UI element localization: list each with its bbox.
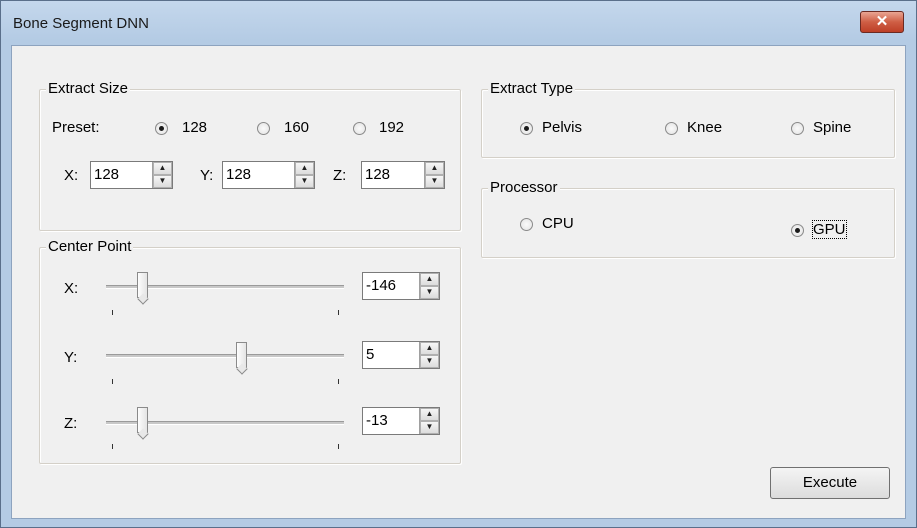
center-z-down-button[interactable]: ▼	[420, 421, 439, 434]
center-y-track[interactable]	[106, 354, 344, 358]
type-pelvis-dot[interactable]	[520, 122, 533, 135]
size-y-spinner[interactable]: 128 ▲ ▼	[222, 161, 315, 189]
size-y-label: Y:	[200, 167, 214, 184]
size-x-up-button[interactable]: ▲	[153, 162, 172, 175]
size-x-down-button[interactable]: ▼	[153, 175, 172, 188]
center-x-thumb[interactable]	[137, 272, 148, 298]
type-knee-label[interactable]: Knee	[687, 119, 722, 136]
center-y-thumb[interactable]	[236, 342, 247, 368]
extract-size-group: Extract Size Preset: 128 160 192 X: 128 …	[39, 80, 461, 231]
type-spine-label[interactable]: Spine	[813, 119, 851, 136]
center-z-label: Z:	[64, 415, 78, 432]
close-icon: ✕	[875, 13, 889, 30]
type-pelvis-label[interactable]: Pelvis	[542, 119, 582, 136]
extract-size-title: Extract Size	[46, 80, 131, 97]
size-x-spinner[interactable]: 128 ▲ ▼	[90, 161, 173, 189]
processor-gpu-dot[interactable]	[791, 224, 804, 237]
center-x-spinner[interactable]: -146 ▲ ▼	[362, 272, 440, 300]
center-y-tick-end	[338, 379, 339, 384]
center-z-up-button[interactable]: ▲	[420, 408, 439, 421]
size-y-value[interactable]: 128	[226, 166, 251, 183]
type-knee-dot[interactable]	[665, 122, 678, 135]
center-x-label: X:	[64, 280, 79, 297]
center-z-value[interactable]: -13	[366, 412, 388, 429]
size-x-value[interactable]: 128	[94, 166, 119, 183]
processor-cpu-dot[interactable]	[520, 218, 533, 231]
center-x-value[interactable]: -146	[366, 277, 396, 294]
center-y-spinner[interactable]: 5 ▲ ▼	[362, 341, 440, 369]
center-y-down-button[interactable]: ▼	[420, 355, 439, 368]
preset-radio-160-dot[interactable]	[257, 122, 270, 135]
center-x-tick-end	[338, 310, 339, 315]
center-z-tick-start	[112, 444, 113, 449]
center-z-tick-end	[338, 444, 339, 449]
preset-192-label[interactable]: 192	[379, 119, 404, 136]
processor-gpu-label[interactable]: GPU	[812, 220, 847, 239]
dialog-window: Bone Segment DNN ✕ Extract Size Preset: …	[0, 0, 917, 528]
preset-160-label[interactable]: 160	[284, 119, 309, 136]
size-z-label: Z:	[333, 167, 347, 184]
size-z-down-button[interactable]: ▼	[425, 175, 444, 188]
center-point-group: Center Point X: -146 ▲ ▼ Y: 5 ▲ ▼ Z: -13…	[39, 238, 461, 464]
size-z-value[interactable]: 128	[365, 166, 390, 183]
center-z-thumb[interactable]	[137, 407, 148, 433]
dialog-body: Extract Size Preset: 128 160 192 X: 128 …	[11, 45, 906, 519]
center-y-value[interactable]: 5	[366, 346, 374, 363]
center-point-title: Center Point	[46, 238, 134, 255]
center-y-label: Y:	[64, 349, 78, 366]
size-y-up-button[interactable]: ▲	[295, 162, 314, 175]
close-button[interactable]: ✕	[860, 11, 904, 33]
center-y-tick-start	[112, 379, 113, 384]
center-x-up-button[interactable]: ▲	[420, 273, 439, 286]
size-y-down-button[interactable]: ▼	[295, 175, 314, 188]
processor-title: Processor	[488, 179, 560, 196]
title-bar[interactable]: Bone Segment DNN ✕	[1, 1, 916, 45]
execute-button[interactable]: Execute	[770, 467, 890, 499]
execute-label: Execute	[802, 474, 858, 491]
processor-cpu-label[interactable]: CPU	[542, 215, 574, 232]
preset-label: Preset:	[52, 119, 100, 136]
extract-type-group: Extract Type Pelvis Knee Spine	[481, 80, 895, 158]
center-y-up-button[interactable]: ▲	[420, 342, 439, 355]
size-x-label: X:	[64, 167, 79, 184]
window-title: Bone Segment DNN	[13, 15, 149, 32]
processor-group: Processor CPU GPU	[481, 179, 895, 258]
size-z-up-button[interactable]: ▲	[425, 162, 444, 175]
center-z-spinner[interactable]: -13 ▲ ▼	[362, 407, 440, 435]
size-z-spinner[interactable]: 128 ▲ ▼	[361, 161, 445, 189]
preset-radio-192-dot[interactable]	[353, 122, 366, 135]
center-x-tick-start	[112, 310, 113, 315]
center-x-down-button[interactable]: ▼	[420, 286, 439, 299]
type-spine-dot[interactable]	[791, 122, 804, 135]
extract-type-title: Extract Type	[488, 80, 576, 97]
preset-128-label[interactable]: 128	[182, 119, 207, 136]
preset-radio-128-dot[interactable]	[155, 122, 168, 135]
